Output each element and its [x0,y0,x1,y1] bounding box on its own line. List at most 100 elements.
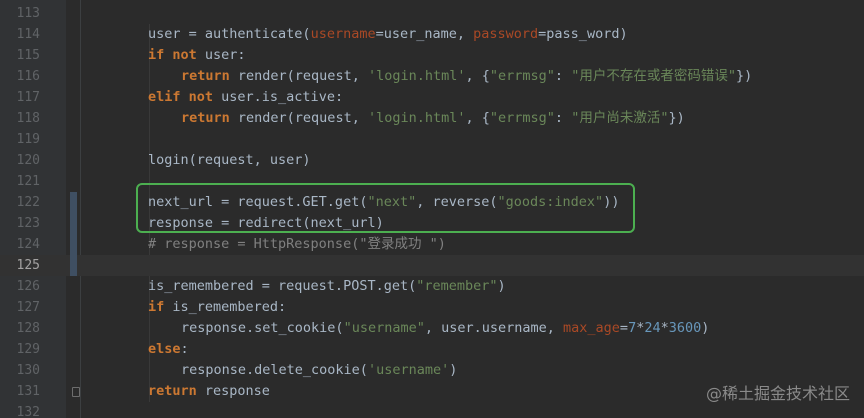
code-line[interactable]: 125 [0,255,864,276]
code-token: "errmsg" [489,68,555,84]
code-text: response.delete_cookie('username') [181,360,457,381]
code-token: , { [465,68,490,84]
code-token: user: [204,47,246,63]
line-number: 127 [16,300,40,315]
code-token: 3600 [668,320,702,336]
code-text: login(request, user) [148,150,311,171]
code-token: max_age [563,320,620,336]
line-number: 120 [16,153,40,168]
code-token: 7 [628,320,637,336]
code-line[interactable]: 116 return render(request, 'login.html', … [0,66,864,87]
code-text: else: [148,339,189,360]
fold-icon[interactable] [72,387,80,397]
code-token: else [148,341,181,357]
code-text: response.set_cookie("username", user.use… [181,318,709,339]
code-token: user.is_active: [221,89,344,105]
line-number: 130 [16,363,40,378]
code-text: if is_remembered: [148,297,286,318]
line-number: 129 [16,342,40,357]
code-token: 'username' [367,362,450,378]
code-token: password [473,26,539,42]
line-number: 122 [16,195,40,210]
code-token: elif not [148,89,222,105]
code-line[interactable]: 130 response.delete_cookie('username') [0,360,864,381]
code-token: return [181,110,238,126]
code-token: render(request, [237,110,368,126]
code-text: return render(request, 'login.html', {"e… [181,66,752,87]
watermark: @稀土掘金技术社区 [705,384,850,403]
line-number: 126 [16,279,40,294]
line-number: 116 [16,69,40,84]
code-token: , { [465,110,490,126]
code-line[interactable]: 129 else: [0,339,864,360]
code-line[interactable]: 128 response.set_cookie("username", user.… [0,318,864,339]
code-editor[interactable]: 113 114 user = authenticate(username=user_… [0,0,864,418]
code-token: , user.username, [424,320,564,336]
code-line[interactable]: 120 login(request, user) [0,150,864,171]
code-token: # response = HttpResponse("登录成功 ") [148,236,446,252]
code-text: return render(request, 'login.html', {"e… [181,108,685,129]
code-token: }) [668,110,685,126]
code-line[interactable]: 118 return render(request, 'login.html', … [0,108,864,129]
vcs-change-marker[interactable] [70,192,77,276]
code-token: "用户尚未激活" [571,110,669,126]
code-token: render(request, [237,68,368,84]
code-line[interactable]: 119 [0,129,864,150]
code-token: "remember" [416,278,498,294]
code-token: if [148,299,173,315]
code-token: 24 [644,320,661,336]
code-token: login(request, user) [148,152,311,168]
code-token: : [554,68,572,84]
line-number: 118 [16,111,40,126]
code-token: 'login.html' [367,68,466,84]
code-line[interactable]: 126 is_remembered = request.POST.get("rem… [0,276,864,297]
line-number: 114 [16,27,40,42]
line-number: 125 [16,258,40,273]
line-number: 124 [16,237,40,252]
code-token: "username" [343,320,425,336]
code-token: = [619,320,629,336]
code-text: elif not user.is_active: [148,87,343,108]
code-token: 'login.html' [367,110,466,126]
code-text: is_remembered = request.POST.get("rememb… [148,276,506,297]
line-number: 132 [16,405,40,418]
code-token: =user_name, [375,26,474,42]
code-line[interactable]: 117 elif not user.is_active: [0,87,864,108]
code-line[interactable]: 113 [0,3,864,24]
code-token: ) [497,278,506,294]
code-token: }) [735,68,753,84]
highlight-annotation-box [136,183,635,233]
code-token: "用户不存在或者密码错误" [571,68,736,84]
code-token: if not [148,47,205,63]
code-line[interactable]: 124 # response = HttpResponse("登录成功 ") [0,234,864,255]
code-text: user = authenticate(username=user_name, … [148,24,628,45]
code-token: ) [449,362,458,378]
code-line[interactable]: 115 if not user: [0,45,864,66]
code-token: user = authenticate( [148,26,311,42]
code-token: return [181,68,238,84]
code-line[interactable]: 114 user = authenticate(username=user_nam… [0,24,864,45]
line-number: 115 [16,48,40,63]
code-text: return response [148,381,270,402]
line-number: 117 [16,90,40,105]
line-number: 131 [16,384,40,399]
line-number: 123 [16,216,40,231]
code-text: if not user: [148,45,246,66]
code-token: "errmsg" [489,110,555,126]
code-token: =pass_word) [538,26,628,42]
code-text: # response = HttpResponse("登录成功 ") [148,234,446,255]
code-line[interactable]: 132 [0,402,864,418]
line-number: 113 [16,6,40,21]
code-token: * [660,320,669,336]
code-token: : [180,341,189,357]
line-number: 128 [16,321,40,336]
code-token: return [148,383,205,399]
code-token: username [310,26,376,42]
code-token: response [204,383,270,399]
code-token: response.set_cookie( [181,320,344,336]
code-line[interactable]: 127 if is_remembered: [0,297,864,318]
code-token: ) [701,320,710,336]
line-number: 121 [16,174,40,189]
code-token: : [554,110,572,126]
line-number: 119 [16,132,40,147]
